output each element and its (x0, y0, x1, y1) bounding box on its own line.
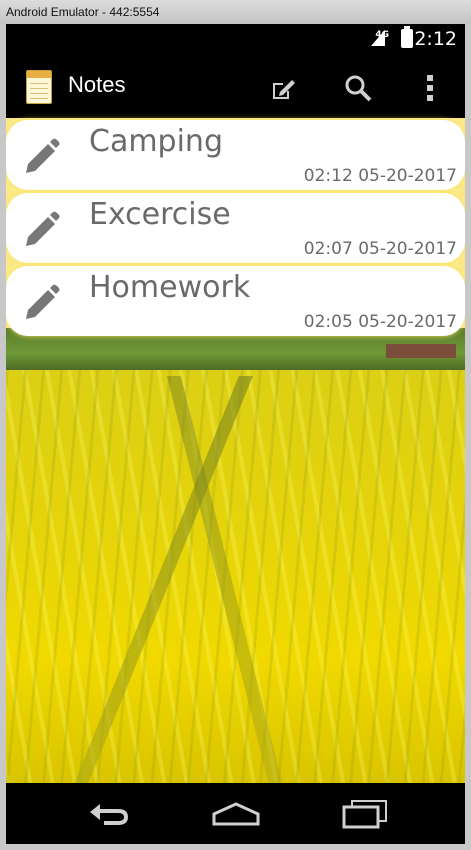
window-title: Android Emulator - 442:5554 (0, 0, 471, 24)
battery-icon (401, 26, 413, 48)
back-icon[interactable] (78, 797, 138, 831)
pencil-icon (26, 138, 60, 173)
recent-apps-icon[interactable] (334, 797, 394, 831)
notes-app-icon (26, 70, 52, 104)
action-bar: Notes (6, 58, 465, 118)
list-item[interactable]: Excercise 02:07 05-20-2017 (6, 193, 465, 263)
status-bar: 4G 2:12 (6, 24, 465, 58)
note-title: Homework (89, 270, 251, 305)
device-screen: 4G 2:12 Notes Camping 02:12 05-20-2017 E… (6, 24, 465, 844)
emulator-window: Android Emulator - 442:5554 4G 2:12 Note… (0, 0, 471, 850)
status-time: 2:12 (414, 28, 457, 50)
compose-icon[interactable] (264, 68, 304, 108)
note-title: Excercise (89, 197, 231, 232)
note-title: Camping (89, 124, 223, 159)
app-title: Notes (68, 72, 126, 97)
note-date: 02:07 05-20-2017 (303, 239, 457, 259)
note-date: 02:12 05-20-2017 (303, 166, 457, 186)
home-icon[interactable] (206, 797, 266, 831)
note-date: 02:05 05-20-2017 (303, 312, 457, 332)
notes-list: Camping 02:12 05-20-2017 Excercise 02:07… (6, 120, 465, 339)
pencil-icon (26, 284, 60, 319)
search-icon[interactable] (338, 68, 378, 108)
pencil-icon (26, 211, 60, 246)
navigation-bar (6, 783, 465, 844)
list-item[interactable]: Camping 02:12 05-20-2017 (6, 120, 465, 190)
list-item[interactable]: Homework 02:05 05-20-2017 (6, 266, 465, 336)
signal-icon (371, 30, 385, 46)
overflow-menu-icon[interactable] (410, 68, 450, 108)
